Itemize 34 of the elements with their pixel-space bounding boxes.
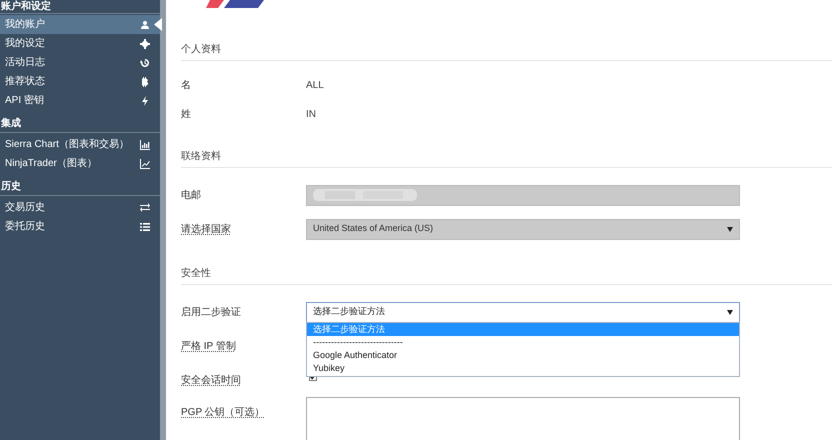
pgp-key-textarea[interactable] xyxy=(306,397,740,440)
field-label: PGP 公钥（可选） xyxy=(181,406,266,420)
field-label: 电邮 xyxy=(181,188,202,202)
field-label: 姓 xyxy=(181,108,192,122)
field-label: 启用二步验证 xyxy=(181,306,242,320)
sidebar-item[interactable]: Sierra Chart（图表和交易） xyxy=(0,135,160,154)
section-heading: 联络资料 xyxy=(181,150,221,164)
sidebar-item[interactable]: 委托历史 xyxy=(0,217,160,236)
sidebar-item[interactable]: 交易历史 xyxy=(0,198,160,217)
sidebar-item[interactable]: 推荐状态 xyxy=(0,72,160,91)
field-label: 严格 IP 管制 xyxy=(181,340,237,354)
section-heading: 个人资料 xyxy=(181,42,221,56)
field-value: IN xyxy=(306,108,316,122)
sidebar-heading: 集成 xyxy=(1,118,21,129)
sidebar-heading: 历史 xyxy=(1,181,21,192)
dropdown-option[interactable]: ------------------------------ xyxy=(307,336,739,349)
section-heading: 安全性 xyxy=(181,266,211,280)
select-field[interactable]: 选择二步验证方法 xyxy=(306,302,740,322)
sidebar-heading: 账户和设定 xyxy=(1,1,51,12)
sidebar-item[interactable]: 我的设定 xyxy=(0,34,160,53)
sidebar-item[interactable]: 我的账户 xyxy=(0,15,160,34)
dropdown-option[interactable]: Google Authenticator xyxy=(307,349,739,362)
field-value: ALL xyxy=(306,79,324,93)
sidebar-item[interactable]: API 密钥 xyxy=(0,91,160,110)
field-label: 请选择国家 xyxy=(181,222,232,236)
sidebar-item[interactable]: 活动日志 xyxy=(0,53,160,72)
logo-icon xyxy=(206,0,266,8)
field-label: 名 xyxy=(181,79,192,93)
active-pointer-icon xyxy=(154,18,162,31)
sidebar-item[interactable]: NinjaTrader（图表） xyxy=(0,154,160,173)
dropdown-arrow-icon xyxy=(727,226,733,232)
dropdown-arrow-icon xyxy=(727,310,733,314)
dropdown-option[interactable]: Yubikey xyxy=(307,362,739,375)
field-label: 安全会话时间 xyxy=(181,374,242,388)
